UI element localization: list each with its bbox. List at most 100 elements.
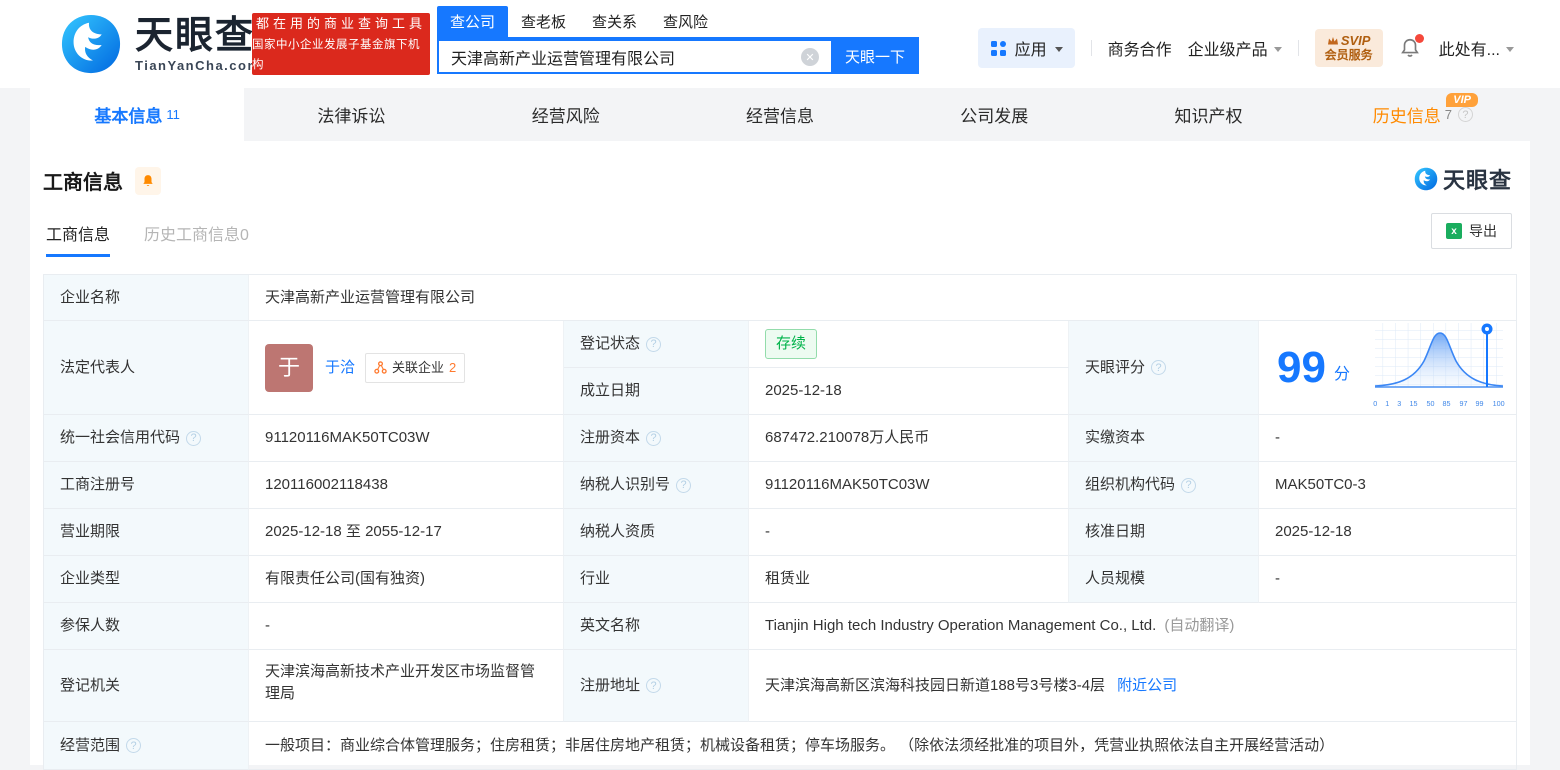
business-term-value: 2025-12-18 至 2055-12-17	[249, 509, 564, 556]
search-tab-risk[interactable]: 查风险	[650, 6, 721, 37]
search-tab-company[interactable]: 查公司	[437, 6, 509, 37]
network-icon	[374, 361, 387, 374]
company-type-value: 有限责任公司(国有独资)	[249, 556, 564, 603]
related-companies-badge[interactable]: 关联企业 2	[365, 352, 466, 383]
brand-slogan-banner: 都在用的商业查询工具 国家中小企业发展子基金旗下机构	[252, 13, 430, 75]
approval-date-value: 2025-12-18	[1259, 509, 1516, 556]
score-unit: 分	[1333, 365, 1350, 383]
taxpayer-quality-value: -	[749, 509, 1069, 556]
reg-number-label: 工商注册号	[44, 462, 249, 509]
crown-icon	[1327, 36, 1338, 44]
nearby-companies-link[interactable]: 附近公司	[1117, 675, 1177, 697]
english-name-value: Tianjin High tech Industry Operation Man…	[749, 603, 1516, 650]
paid-capital-value: -	[1259, 415, 1516, 462]
search-area: 查公司 查老板 查关系 查风险 天眼一下	[437, 6, 919, 74]
apps-menu-button[interactable]: 应用	[977, 28, 1075, 68]
credit-code-value: 91120116MAK50TC03W	[249, 415, 564, 462]
user-account-menu[interactable]: 此处有...	[1439, 36, 1514, 60]
business-scope-label: 经营范围	[44, 722, 249, 770]
company-page-tabs: 基本信息 11 法律诉讼 经营风险 经营信息 公司发展 知识产权 VIP 历史信…	[0, 88, 1560, 141]
search-tab-boss[interactable]: 查老板	[508, 6, 579, 37]
tab-legal-proceedings[interactable]: 法律诉讼	[244, 88, 458, 141]
credit-code-label: 统一社会信用代码	[44, 415, 249, 462]
tianyancha-swirl-icon	[61, 14, 121, 74]
org-code-label: 组织机构代码	[1069, 462, 1259, 509]
search-button[interactable]: 天眼一下	[831, 39, 919, 74]
help-icon[interactable]	[646, 678, 662, 693]
monitor-bell-icon[interactable]	[135, 166, 161, 195]
help-icon[interactable]	[126, 738, 142, 753]
subtab-business-info[interactable]: 工商信息	[46, 221, 111, 257]
staff-size-label: 人员规模	[1069, 556, 1259, 603]
subtabs: 工商信息 历史工商信息0	[43, 221, 1517, 257]
help-icon[interactable]	[1457, 107, 1473, 122]
score-value: 99	[1277, 342, 1326, 392]
business-info-card: 工商信息 天眼查 工商信息 历史工商信息0 导出 企业名称 天津高新产业运营管理…	[30, 141, 1530, 770]
legal-rep-cell: 于 于洽 关联企业 2	[249, 321, 564, 415]
help-icon[interactable]	[646, 430, 662, 446]
tab-company-development[interactable]: 公司发展	[887, 88, 1101, 141]
nav-business-cooperation[interactable]: 商务合作	[1108, 36, 1172, 60]
apps-grid-icon	[990, 40, 1006, 56]
help-icon[interactable]	[1151, 360, 1167, 375]
est-date-value: 2025-12-18	[749, 368, 1069, 415]
slogan-line2: 国家中小企业发展子基金旗下机构	[252, 39, 420, 71]
logo-domain: TianYanCha.com	[135, 57, 261, 73]
business-term-label: 营业期限	[44, 509, 249, 556]
insured-value: -	[249, 603, 564, 650]
top-header: 天眼查 TianYanCha.com 都在用的商业查询工具 国家中小企业发展子基…	[0, 0, 1560, 88]
reg-status-label: 登记状态	[564, 321, 749, 368]
tab-operation-info[interactable]: 经营信息	[673, 88, 887, 141]
help-icon[interactable]	[676, 477, 692, 493]
tyc-score-cell: 99 分 0 1 3 15 50 85 97 99 100	[1259, 321, 1516, 415]
tyc-score-label: 天眼评分	[1069, 321, 1259, 415]
help-icon[interactable]	[646, 336, 662, 352]
tab-operation-risk[interactable]: 经营风险	[459, 88, 673, 141]
tab-intellectual-property[interactable]: 知识产权	[1101, 88, 1315, 141]
reg-address-label: 注册地址	[564, 650, 749, 722]
divider	[1090, 40, 1092, 56]
help-icon[interactable]	[1181, 477, 1197, 493]
header-right-nav: 应用 商务合作 企业级产品 SVIP 会员服务 此处有...	[977, 28, 1514, 68]
search-input[interactable]	[437, 39, 831, 74]
caret-down-icon	[1273, 46, 1282, 52]
vip-badge: VIP	[1446, 93, 1478, 107]
watermark-logo: 天眼查	[1413, 163, 1512, 195]
export-button[interactable]: 导出	[1431, 213, 1512, 249]
org-code-value: MAK50TC0-3	[1259, 462, 1516, 509]
svip-membership-button[interactable]: SVIP 会员服务	[1314, 29, 1383, 67]
tab-history-info[interactable]: VIP 历史信息 7	[1316, 88, 1530, 141]
est-date-label: 成立日期	[564, 368, 749, 415]
business-scope-value: 一般项目：商业综合体管理服务；住房租赁；非居住房地产租赁；机械设备租赁；停车场服…	[249, 722, 1516, 770]
taxpayer-quality-label: 纳税人资质	[564, 509, 749, 556]
search-tab-relation[interactable]: 查关系	[579, 6, 650, 37]
business-registration-table: 企业名称 天津高新产业运营管理有限公司 法定代表人 于 于洽 关联企业 2 登记…	[43, 274, 1517, 770]
company-name-value: 天津高新产业运营管理有限公司	[249, 275, 1516, 321]
taxpayer-id-value: 91120116MAK50TC03W	[749, 462, 1069, 509]
notification-bell-icon[interactable]	[1399, 34, 1424, 60]
tianyancha-logo[interactable]: 天眼查 TianYanCha.com	[55, 13, 261, 75]
tianyancha-swirl-icon	[1414, 167, 1438, 191]
score-chart-ticks: 0 1 3 15 50 85 97 99 100	[1373, 399, 1505, 408]
help-icon[interactable]	[186, 430, 202, 446]
nav-enterprise-products[interactable]: 企业级产品	[1188, 36, 1282, 60]
legal-rep-label: 法定代表人	[44, 321, 249, 415]
staff-size-value: -	[1259, 556, 1516, 603]
auto-translate-note: (自动翻译)	[1164, 617, 1235, 634]
paid-capital-label: 实缴资本	[1069, 415, 1259, 462]
caret-down-icon	[1054, 46, 1063, 52]
industry-label: 行业	[564, 556, 749, 603]
legal-rep-name-link[interactable]: 于洽	[325, 357, 355, 379]
insured-label: 参保人数	[44, 603, 249, 650]
subtab-history-business-info[interactable]: 历史工商信息0	[144, 221, 249, 257]
status-badge: 存续	[765, 329, 818, 359]
industry-value: 租赁业	[749, 556, 1069, 603]
reg-capital-value: 687472.210078万人民币	[749, 415, 1069, 462]
english-name-label: 英文名称	[564, 603, 749, 650]
legal-rep-avatar[interactable]: 于	[265, 343, 313, 392]
reg-authority-value: 天津滨海高新技术产业开发区市场监督管理局	[249, 650, 564, 722]
reg-capital-label: 注册资本	[564, 415, 749, 462]
clear-search-icon[interactable]	[801, 48, 819, 66]
approval-date-label: 核准日期	[1069, 509, 1259, 556]
tab-basic-info[interactable]: 基本信息 11	[30, 88, 245, 141]
